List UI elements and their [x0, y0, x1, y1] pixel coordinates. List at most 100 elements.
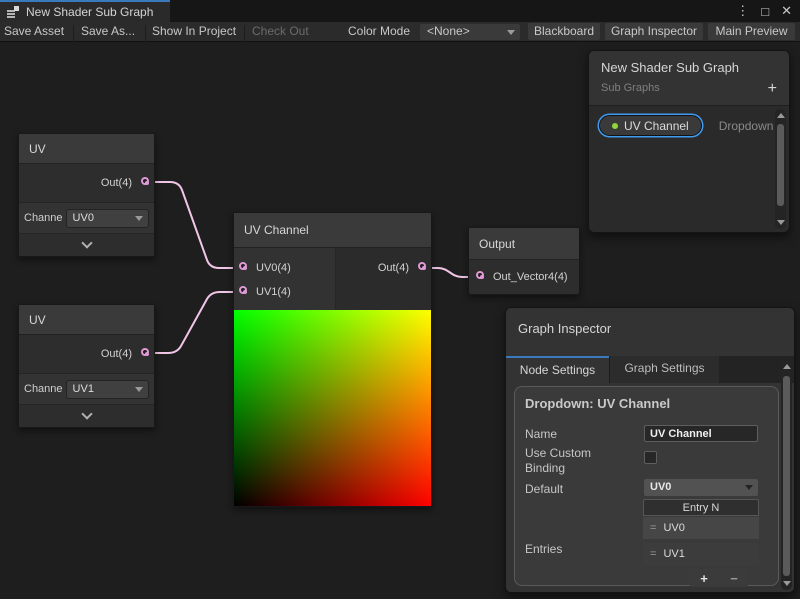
save-asset-button[interactable]: Save Asset	[4, 22, 64, 41]
scroll-down-icon[interactable]	[777, 220, 785, 225]
scrollbar-thumb[interactable]	[783, 376, 790, 576]
toolbar-separator	[244, 25, 245, 44]
settings-section-title: Dropdown: UV Channel	[515, 387, 778, 411]
scroll-up-icon[interactable]	[777, 113, 785, 118]
main-preview-toggle-button[interactable]: Main Preview	[708, 23, 795, 40]
maximize-icon[interactable]: □	[761, 4, 769, 19]
remove-entry-button[interactable]: −	[730, 571, 738, 586]
node-uv-2[interactable]: UV Out(4) Channe UV1	[18, 304, 155, 428]
output-port[interactable]	[418, 262, 426, 270]
node-uv-1[interactable]: UV Out(4) Channe UV0	[18, 133, 155, 257]
dropdown-arrow-icon	[135, 387, 143, 392]
check-out-button: Check Out	[252, 22, 309, 41]
use-custom-binding-checkbox[interactable]	[644, 451, 657, 464]
name-input[interactable]	[644, 425, 758, 442]
chevron-down-icon	[81, 237, 92, 248]
entry-value: UV0	[663, 522, 684, 534]
property-type: Dropdown	[719, 119, 774, 133]
toolbar-separator	[145, 25, 146, 44]
port-label: Out(4)	[101, 177, 132, 189]
blackboard-toggle-button[interactable]: Blackboard	[528, 23, 600, 40]
channel-label: Channe	[24, 383, 63, 395]
entry-name-header: Entry N	[643, 499, 759, 516]
use-custom-binding-label: Use Custom Binding	[525, 446, 611, 476]
port-label: Out_Vector4(4)	[493, 271, 568, 283]
toolbar: Save Asset Save As... Show In Project Ch…	[0, 22, 800, 42]
entries-label: Entries	[525, 542, 562, 556]
channel-dropdown[interactable]: UV0	[66, 209, 149, 228]
entries-list: Entry N = UV0 = UV1	[643, 499, 759, 565]
tab-graph-settings[interactable]: Graph Settings	[609, 356, 719, 383]
drag-handle-icon[interactable]: =	[650, 522, 656, 534]
inspector-scrollbar[interactable]	[781, 360, 792, 590]
default-label: Default	[525, 482, 563, 496]
blackboard-item-row: UV Channel Dropdown	[599, 115, 773, 136]
name-label: Name	[525, 427, 557, 441]
scroll-up-icon[interactable]	[783, 364, 791, 369]
node-title[interactable]: UV	[19, 134, 154, 164]
port-label: UV0(4)	[256, 262, 291, 274]
collapse-button[interactable]	[19, 404, 154, 427]
title-bar: New Shader Sub Graph ⋮ □ ✕	[0, 0, 800, 22]
toolbar-separator	[73, 25, 74, 44]
save-as-button[interactable]: Save As...	[81, 22, 135, 41]
default-dropdown[interactable]: UV0	[644, 479, 758, 496]
close-icon[interactable]: ✕	[781, 3, 792, 19]
output-port[interactable]	[141, 177, 149, 185]
node-uv-channel[interactable]: UV Channel UV0(4) UV1(4) Out(4)	[233, 212, 432, 507]
chevron-down-icon	[81, 408, 92, 419]
color-mode-value: <None>	[427, 24, 470, 38]
channel-label: Channe	[24, 212, 63, 224]
node-title[interactable]: UV	[19, 305, 154, 335]
property-name: UV Channel	[624, 119, 689, 133]
drag-handle-icon[interactable]: =	[650, 548, 656, 560]
blackboard-panel: New Shader Sub Graph Sub Graphs + UV Cha…	[588, 50, 790, 233]
blackboard-subtitle: Sub Graphs	[601, 82, 777, 94]
color-mode-label: Color Mode	[348, 22, 410, 41]
input-port[interactable]	[239, 262, 247, 270]
blackboard-scrollbar[interactable]	[775, 109, 786, 229]
dropdown-settings-box: Dropdown: UV Channel Name Use Custom Bin…	[514, 386, 779, 586]
scrollbar-thumb[interactable]	[777, 124, 784, 206]
entries-footer: + −	[689, 569, 749, 587]
add-property-button[interactable]: +	[768, 81, 777, 97]
tab-title: New Shader Sub Graph	[26, 5, 153, 19]
node-title[interactable]: Output	[469, 228, 579, 260]
entry-row[interactable]: = UV1	[643, 543, 759, 565]
input-port[interactable]	[239, 286, 247, 294]
edge-uv1-to-uvchannel[interactable]	[145, 182, 239, 268]
sub-graph-asset-icon	[7, 6, 20, 18]
add-entry-button[interactable]: +	[700, 571, 708, 586]
port-label: UV1(4)	[256, 286, 291, 298]
output-port[interactable]	[141, 348, 149, 356]
blackboard-header[interactable]: New Shader Sub Graph Sub Graphs +	[589, 51, 789, 106]
show-in-project-button[interactable]: Show In Project	[152, 22, 236, 41]
default-value: UV0	[650, 481, 671, 493]
collapse-button[interactable]	[19, 233, 154, 256]
entry-row[interactable]: = UV0	[643, 517, 759, 539]
dropdown-arrow-icon	[135, 216, 143, 221]
entry-value: UV1	[663, 548, 684, 560]
window-menu-icon[interactable]: ⋮	[736, 3, 749, 19]
node-title[interactable]: UV Channel	[234, 213, 431, 248]
uv-gradient-preview	[234, 310, 431, 506]
scroll-down-icon[interactable]	[783, 581, 791, 586]
exposed-dot-icon	[612, 123, 618, 129]
property-pill-uv-channel[interactable]: UV Channel	[599, 115, 702, 136]
tab-new-shader-sub-graph[interactable]: New Shader Sub Graph	[0, 0, 170, 22]
port-label: Out(4)	[378, 262, 409, 274]
channel-dropdown[interactable]: UV1	[66, 380, 149, 399]
channel-value: UV1	[73, 383, 94, 395]
edge-uv2-to-uvchannel[interactable]	[145, 292, 239, 353]
input-port[interactable]	[476, 271, 484, 279]
graph-inspector-panel: Graph Inspector Node Settings Graph Sett…	[505, 307, 795, 593]
dropdown-arrow-icon	[745, 485, 753, 490]
tab-node-settings[interactable]: Node Settings	[506, 356, 609, 383]
dropdown-arrow-icon	[507, 30, 515, 35]
graph-inspector-toggle-button[interactable]: Graph Inspector	[605, 23, 703, 40]
shader-graph-window: New Shader Sub Graph ⋮ □ ✕ Save Asset Sa…	[0, 0, 800, 599]
channel-value: UV0	[73, 212, 94, 224]
color-mode-dropdown[interactable]: <None>	[420, 24, 520, 40]
inspector-title[interactable]: Graph Inspector	[506, 308, 794, 356]
node-output[interactable]: Output Out_Vector4(4)	[468, 227, 580, 295]
